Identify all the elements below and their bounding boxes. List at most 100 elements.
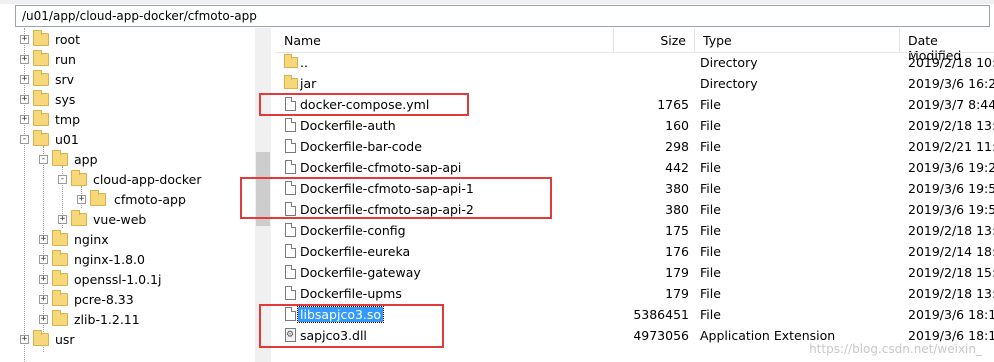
expand-icon[interactable]: + — [20, 54, 29, 64]
file-icon — [285, 97, 296, 111]
file-type: File — [700, 139, 721, 154]
file-size: 5386451 — [633, 307, 689, 322]
dll-icon — [285, 328, 296, 342]
file-row[interactable]: .. Directory 2019/2/18 10:1 — [276, 53, 994, 74]
column-header-modified[interactable]: Date Modified — [900, 28, 994, 63]
tree-item-vue-web[interactable]: + vue-web — [58, 209, 146, 229]
file-row[interactable]: Dockerfile-gateway 179 File 2019/2/18 15… — [276, 263, 994, 284]
folder-icon — [52, 289, 68, 306]
expand-icon[interactable]: + — [39, 254, 48, 264]
tree-item-openssl[interactable]: + openssl-1.0.1j — [39, 269, 161, 289]
file-icon — [285, 286, 296, 300]
expand-icon[interactable]: + — [58, 214, 67, 224]
file-modified: 2019/3/6 18:12 — [908, 307, 994, 322]
expand-icon[interactable]: + — [39, 294, 48, 304]
file-name: Dockerfile-config — [300, 223, 406, 238]
watermark: https://blog.csdn.net/weixin_ — [809, 342, 982, 356]
file-modified: 2019/3/6 19:24 — [908, 160, 994, 175]
file-row[interactable]: Dockerfile-bar-code 298 File 2019/2/21 1… — [276, 137, 994, 158]
file-row[interactable]: Dockerfile-cfmoto-sap-api-1 380 File 201… — [276, 179, 994, 200]
file-size: 380 — [665, 181, 689, 196]
file-type: Directory — [700, 76, 758, 91]
expand-icon[interactable]: + — [77, 194, 86, 204]
expand-icon[interactable]: + — [39, 314, 48, 324]
tree-item-label: zlib-1.2.11 — [74, 311, 140, 327]
file-row[interactable]: jar Directory 2019/3/6 16:22 — [276, 74, 994, 95]
expand-icon[interactable]: + — [39, 234, 48, 244]
tree-item-run[interactable]: + run — [20, 49, 76, 69]
file-name: jar — [300, 76, 317, 91]
file-name: Dockerfile-cfmoto-sap-api — [300, 160, 462, 175]
tree-item-nginx[interactable]: + nginx — [39, 229, 109, 249]
file-row[interactable]: Dockerfile-cfmoto-sap-api-2 380 File 201… — [276, 200, 994, 221]
tree-item-nginx-1-8-0[interactable]: + nginx-1.8.0 — [39, 249, 145, 269]
tree-item-label: srv — [55, 71, 75, 87]
file-row[interactable]: Dockerfile-upms 179 File 2019/2/18 13:5 — [276, 284, 994, 305]
tree-item-pcre[interactable]: + pcre-8.33 — [39, 289, 134, 309]
file-name: libsapjco3.so — [296, 306, 385, 323]
file-type: File — [700, 307, 721, 322]
folder-icon — [33, 69, 49, 86]
folder-icon — [52, 309, 68, 326]
file-modified: 2019/3/7 8:44 — [908, 97, 994, 112]
file-row[interactable]: Dockerfile-eureka 176 File 2019/2/14 18:… — [276, 242, 994, 263]
column-header-name[interactable]: Name — [276, 28, 614, 52]
expand-icon[interactable]: + — [20, 34, 29, 44]
tree-item-label: pcre-8.33 — [74, 291, 134, 307]
folder-icon — [284, 75, 298, 89]
tree-item-usr[interactable]: + usr — [20, 329, 75, 349]
expand-icon[interactable]: + — [20, 334, 29, 344]
tree-item-zlib[interactable]: + zlib-1.2.11 — [39, 309, 140, 329]
tree-item-label: tmp — [55, 111, 81, 127]
file-type: File — [700, 181, 721, 196]
collapse-icon[interactable]: - — [20, 134, 29, 144]
file-icon — [285, 265, 296, 279]
tree-scrollbar-thumb[interactable] — [256, 152, 270, 226]
column-header-size[interactable]: Size — [614, 28, 695, 52]
folder-icon — [33, 329, 49, 346]
expand-icon[interactable]: + — [20, 114, 29, 124]
tree-item-tmp[interactable]: + tmp — [20, 109, 80, 129]
tree-item-sys[interactable]: + sys — [20, 89, 75, 109]
tree-item-label: cfmoto-app — [112, 191, 188, 207]
tree-item-label: cloud-app-docker — [93, 171, 202, 187]
file-icon — [285, 160, 296, 174]
expand-icon[interactable]: + — [39, 274, 48, 284]
file-size: 380 — [665, 202, 689, 217]
file-row[interactable]: docker-compose.yml 1765 File 2019/3/7 8:… — [276, 95, 994, 116]
folder-icon — [33, 89, 49, 106]
folder-icon — [52, 149, 68, 166]
collapse-icon[interactable]: - — [58, 174, 67, 184]
expand-icon[interactable]: + — [20, 74, 29, 84]
tree-item-label: nginx-1.8.0 — [74, 251, 145, 267]
file-row-selected[interactable]: libsapjco3.so 5386451 File 2019/3/6 18:1… — [276, 305, 994, 326]
file-type: File — [700, 160, 721, 175]
file-type: File — [700, 97, 721, 112]
tree-item-u01[interactable]: - u01 — [20, 129, 79, 149]
column-header-type[interactable]: Type — [695, 28, 900, 52]
file-type: File — [700, 202, 721, 217]
expand-icon[interactable]: + — [20, 94, 29, 104]
file-icon — [285, 118, 296, 132]
file-modified: 2019/2/18 10:1 — [908, 55, 994, 70]
collapse-icon[interactable]: - — [39, 154, 48, 164]
file-row[interactable]: Dockerfile-cfmoto-sap-api 442 File 2019/… — [276, 158, 994, 179]
tree-item-cloud-app-docker[interactable]: - cloud-app-docker — [58, 169, 201, 189]
file-row[interactable]: Dockerfile-config 175 File 2019/2/18 13:… — [276, 221, 994, 242]
path-input[interactable]: /u01/app/cloud-app-docker/cfmoto-app — [15, 5, 990, 27]
file-size: 160 — [665, 118, 689, 133]
file-size: 176 — [665, 244, 689, 259]
folder-icon — [71, 209, 87, 226]
file-icon — [285, 244, 296, 258]
tree-item-srv[interactable]: + srv — [20, 69, 74, 89]
file-list[interactable]: Name Size Type Date Modified .. Director… — [276, 28, 994, 362]
folder-icon — [52, 249, 68, 266]
file-row[interactable]: Dockerfile-auth 160 File 2019/2/18 13:5 — [276, 116, 994, 137]
tree-item-cfmoto-app[interactable]: + cfmoto-app — [77, 189, 188, 209]
folder-tree[interactable]: + root + run + srv + sys + tmp - u01 - a… — [15, 28, 271, 362]
file-size: 298 — [665, 139, 689, 154]
tree-item-root[interactable]: + root — [20, 29, 80, 49]
tree-item-app[interactable]: - app — [39, 149, 98, 169]
tree-item-label: u01 — [55, 131, 79, 147]
folder-icon — [33, 129, 49, 146]
